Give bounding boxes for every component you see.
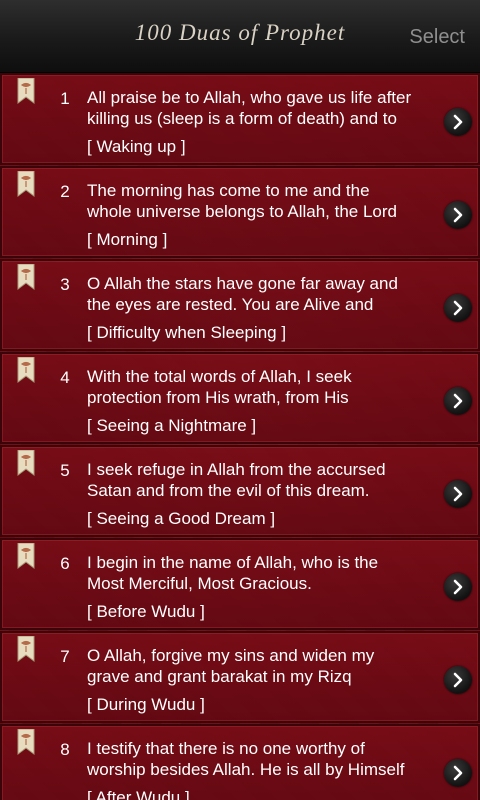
chevron-right-icon: [453, 579, 463, 595]
dua-number: 2: [60, 182, 70, 201]
dua-topic: [ Waking up ]: [87, 137, 186, 156]
open-dua-button[interactable]: [444, 108, 472, 136]
dua-list-item[interactable]: 5 I seek refuge in Allah from the accurse…: [0, 445, 480, 537]
title-bar: 100 Duas of Prophet Select: [0, 0, 480, 73]
dua-text-line: the eyes are rested. You are Alive and: [87, 295, 374, 314]
app-title: 100 Duas of Prophet: [134, 20, 346, 45]
dua-number: 5: [60, 461, 70, 480]
open-dua-button[interactable]: [444, 573, 472, 601]
chevron-right-icon: [453, 765, 463, 781]
dua-list-item[interactable]: 7 O Allah, forgive my sins and widen my gr…: [0, 631, 480, 723]
dua-list-item[interactable]: 8 I testify that there is no one worthy o…: [0, 724, 480, 800]
dua-number: 4: [60, 368, 70, 387]
chevron-right-icon: [453, 300, 463, 316]
dua-text-line: I seek refuge in Allah from the accursed: [87, 460, 386, 479]
bookmark-icon[interactable]: [17, 636, 35, 662]
dua-text: I seek refuge in Allah from the accursed…: [87, 459, 437, 501]
dua-topic: [ Difficulty when Sleeping ]: [87, 323, 287, 342]
dua-number: 1: [60, 89, 70, 108]
bookmark-icon[interactable]: [17, 450, 35, 476]
dua-number: 7: [60, 647, 70, 666]
open-dua-button[interactable]: [444, 201, 472, 229]
select-button[interactable]: Select: [409, 26, 465, 49]
dua-list-item[interactable]: 1 All praise be to Allah, who gave us lif…: [0, 73, 480, 165]
dua-text: All praise be to Allah, who gave us life…: [87, 87, 437, 129]
chevron-right-icon: [453, 393, 463, 409]
dua-number: 6: [60, 554, 70, 573]
dua-topic: [ During Wudu ]: [87, 695, 205, 714]
bookmark-icon[interactable]: [17, 171, 35, 197]
chevron-right-icon: [453, 486, 463, 502]
dua-text: The morning has come to me and the whole …: [87, 180, 437, 222]
bookmark-icon[interactable]: [17, 543, 35, 569]
dua-text-line: grave and grant barakat in my Rizq: [87, 667, 352, 686]
app-screen: 100 Duas of Prophet Select 1 All praise b…: [0, 0, 480, 800]
dua-text: I begin in the name of Allah, who is the…: [87, 552, 437, 594]
bookmark-icon[interactable]: [17, 357, 35, 383]
dua-text-line: The morning has come to me and the: [87, 181, 370, 200]
dua-topic: [ Morning ]: [87, 230, 168, 249]
dua-topic: [ Seeing a Good Dream ]: [87, 509, 276, 528]
dua-text-line: killing us (sleep is a form of death) an…: [87, 109, 397, 128]
bookmark-icon[interactable]: [17, 264, 35, 290]
dua-text-line: With the total words of Allah, I seek: [87, 367, 352, 386]
bookmark-icon[interactable]: [17, 729, 35, 755]
dua-topic: [ Seeing a Nightmare ]: [87, 416, 257, 435]
dua-number: 8: [60, 740, 70, 759]
dua-text-line: O Allah the stars have gone far away and: [87, 274, 398, 293]
dua-list-item[interactable]: 6 I begin in the name of Allah, who is th…: [0, 538, 480, 630]
chevron-right-icon: [453, 672, 463, 688]
chevron-right-icon: [453, 207, 463, 223]
bookmark-icon[interactable]: [17, 78, 35, 104]
dua-text-line: worship besides Allah. He is all by Hims…: [87, 760, 405, 779]
dua-list-item[interactable]: 2 The morning has come to me and the whole…: [0, 166, 480, 258]
dua-topic: [ Before Wudu ]: [87, 602, 205, 621]
dua-text-line: Most Merciful, Most Gracious.: [87, 574, 312, 593]
dua-text-line: Satan and from the evil of this dream.: [87, 481, 370, 500]
dua-text-line: I begin in the name of Allah, who is the: [87, 553, 379, 572]
open-dua-button[interactable]: [444, 480, 472, 508]
dua-text-line: protection from His wrath, from His: [87, 388, 349, 407]
chevron-right-icon: [453, 114, 463, 130]
dua-list-item[interactable]: 3 O Allah the stars have gone far away an…: [0, 259, 480, 351]
open-dua-button[interactable]: [444, 387, 472, 415]
dua-list-item[interactable]: 4 With the total words of Allah, I seek pr…: [0, 352, 480, 444]
dua-text: O Allah the stars have gone far away and…: [87, 273, 437, 315]
dua-list: 1 All praise be to Allah, who gave us lif…: [0, 73, 480, 800]
open-dua-button[interactable]: [444, 759, 472, 787]
open-dua-button[interactable]: [444, 294, 472, 322]
open-dua-button[interactable]: [444, 666, 472, 694]
dua-topic: [ After Wudu ]: [87, 788, 190, 800]
dua-number: 3: [60, 275, 70, 294]
dua-text-line: I testify that there is no one worthy of: [87, 739, 365, 758]
dua-text-line: O Allah, forgive my sins and widen my: [87, 646, 375, 665]
dua-text: O Allah, forgive my sins and widen my gra…: [87, 645, 437, 687]
dua-text-line: All praise be to Allah, who gave us life…: [87, 88, 412, 107]
dua-text-line: whole universe belongs to Allah, the Lor…: [87, 202, 397, 221]
dua-text: I testify that there is no one worthy of…: [87, 738, 437, 780]
dua-text: With the total words of Allah, I seek pro…: [87, 366, 437, 408]
